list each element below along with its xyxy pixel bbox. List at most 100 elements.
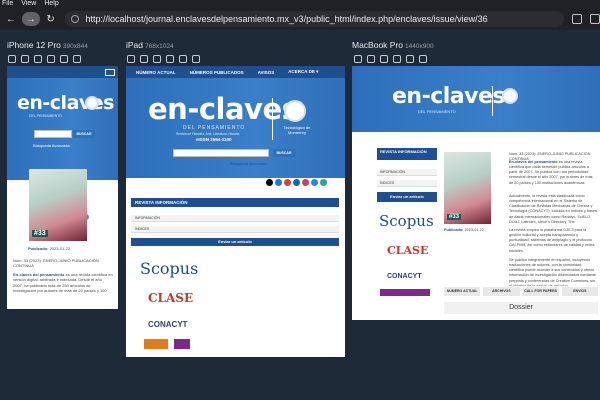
screenshot-icon[interactable]	[140, 55, 148, 63]
published-label: Publicado:	[28, 246, 49, 251]
index-logo-purple[interactable]	[174, 339, 190, 349]
ipad-send-article-button[interactable]: Enviar un artículo	[131, 238, 339, 246]
iphone-issue-cover[interactable]: #33	[29, 169, 87, 241]
ipad-clase-logo[interactable]: CLASE	[148, 291, 193, 305]
ipad-advanced-search[interactable]: Búsqueda Avanzada	[230, 161, 267, 166]
iphone-screen[interactable]: en-claves DEL PENSAMIENTO BUSCAR Búsqued…	[7, 66, 118, 309]
ipad-panel-indexes[interactable]: ÍNDICES	[131, 226, 339, 233]
code-icon[interactable]	[406, 55, 414, 63]
nav-announcements[interactable]: AVISOS	[251, 70, 282, 75]
mac-conacyt-logo[interactable]: CONACYT	[387, 273, 422, 280]
macbook-screen[interactable]: en-claves DEL PENSAMIENTO REVISTA INFORM…	[352, 66, 600, 320]
menu-view[interactable]: View	[21, 0, 36, 8]
macbook-label: MacBook Pro 1440x900	[352, 40, 434, 50]
share-icon[interactable]	[590, 14, 600, 24]
mac-para-2: Actualmente, la revista está clasificada…	[509, 194, 597, 224]
screenshot-icon[interactable]	[367, 55, 375, 63]
facebook-icon[interactable]	[275, 179, 282, 186]
ipad-scopus-logo[interactable]: Scopus	[140, 259, 198, 278]
rotate-icon[interactable]	[127, 55, 135, 63]
mac-tab-current[interactable]: NÚMERO ACTUAL	[444, 287, 481, 296]
iphone-published: Publicado: 2023-01-22	[28, 246, 108, 251]
macbook-dims: 1440x900	[405, 43, 434, 50]
nav-archives[interactable]: NÚMEROS PUBLICADOS	[183, 70, 251, 75]
mac-logo-sub: DEL PENSAMIENTO	[418, 109, 456, 114]
ipad-panel-info[interactable]: INFORMACIÓN	[131, 215, 339, 222]
iphone-tools	[8, 55, 81, 63]
ipad-conacyt-logo[interactable]: CONACYT	[148, 320, 188, 329]
index-logo-bar[interactable]	[380, 289, 430, 296]
sync-icon[interactable]	[192, 55, 200, 63]
rotate-icon[interactable]	[8, 55, 16, 63]
mac-tab-call[interactable]: CALL FOR PAPERS	[522, 287, 559, 296]
iphone-description: En-claves del pensamiento es una revista…	[13, 272, 113, 294]
macbook-tools	[354, 55, 427, 63]
mac-tab-archives[interactable]: ARCHIVOS	[483, 287, 520, 296]
ipad-logo[interactable]: en-claves	[148, 92, 299, 126]
ipad-search-input[interactable]	[173, 149, 269, 157]
sync-icon[interactable]	[73, 55, 81, 63]
ipad-logo-desc: Revista de Filosofía, Arte, Literatura, …	[176, 132, 240, 136]
iphone-search-button[interactable]: BUSCAR	[73, 130, 95, 138]
ipad-label: iPad 768x1024	[126, 40, 174, 50]
youtube-icon[interactable]	[284, 179, 291, 186]
iphone-site-nav	[7, 66, 118, 78]
code-icon[interactable]	[179, 55, 187, 63]
nav-about[interactable]: ACERCA DE ▾	[281, 69, 325, 75]
iphone-header: en-claves DEL PENSAMIENTO BUSCAR Búsqued…	[7, 78, 118, 180]
mac-panel-indexes[interactable]: ÍNDICES	[377, 180, 437, 187]
camera-icon[interactable]	[34, 55, 42, 63]
mac-tabs: NÚMERO ACTUAL ARCHIVOS CALL FOR PAPERS E…	[444, 287, 598, 296]
tec-seal-icon	[284, 100, 306, 122]
rotate-icon[interactable]	[354, 55, 362, 63]
draw-icon[interactable]	[166, 55, 174, 63]
browser-toolbar: ← → ↻ http://localhost/journal.enclavesd…	[0, 8, 600, 30]
iphone-issue-meta[interactable]: Núm. 33 (2023): ENERO-JUNIO PUBLICACIÓN …	[13, 258, 113, 269]
mac-header: en-claves DEL PENSAMIENTO	[352, 66, 600, 132]
iphone-issue-number: #33	[32, 230, 48, 237]
mac-issue-meta[interactable]: Núm. 33 (2023): ENERO-JUNIO PUBLICACIÓN …	[509, 152, 597, 160]
iphone-advanced-search[interactable]: Búsqueda Avanzada	[33, 143, 70, 148]
iphone-dims: 390x844	[62, 43, 88, 50]
url-bar[interactable]: http://localhost/journal.enclavesdelpens…	[65, 11, 565, 27]
ipad-screen[interactable]: NÚMERO ACTUAL NÚMEROS PUBLICADOS AVISOS …	[126, 66, 345, 357]
screenshot-icon[interactable]	[21, 55, 29, 63]
draw-icon[interactable]	[47, 55, 55, 63]
iphone-search-input[interactable]	[34, 130, 72, 138]
ipad-search-button[interactable]: BUSCAR	[273, 149, 295, 157]
mac-send-article-button[interactable]: Enviar un artículo	[377, 192, 437, 202]
camera-icon[interactable]	[380, 55, 388, 63]
translate-icon[interactable]	[572, 14, 583, 24]
mac-scopus-logo[interactable]: Scopus	[379, 212, 434, 230]
mac-tab-submissions[interactable]: ENVÍOS	[561, 287, 598, 296]
journal-name: En-claves del pensamiento	[13, 272, 65, 277]
code-icon[interactable]	[60, 55, 68, 63]
camera-icon[interactable]	[153, 55, 161, 63]
instagram-icon[interactable]	[302, 179, 309, 186]
index-logo-orange[interactable]	[144, 339, 168, 349]
x-icon[interactable]	[266, 179, 273, 186]
site-info-icon[interactable]	[71, 15, 80, 23]
mac-panel-title: REVISTA INFORMACIÓN	[377, 148, 437, 160]
back-arrow-icon[interactable]: ←	[4, 12, 18, 26]
menu-help[interactable]: Help	[44, 0, 58, 8]
ipad-site-nav: NÚMERO ACTUAL NÚMEROS PUBLICADOS AVISOS …	[126, 66, 345, 78]
linkedin-icon[interactable]	[293, 179, 300, 186]
draw-icon[interactable]	[393, 55, 401, 63]
nav-current-issue[interactable]: NÚMERO ACTUAL	[129, 70, 183, 75]
iphone-logo[interactable]: en-claves	[17, 92, 114, 114]
ipad-logo-sub: DEL PENSAMIENTO	[183, 125, 246, 131]
header-divider	[272, 98, 273, 140]
share-social-icon[interactable]	[320, 179, 327, 186]
mac-logo[interactable]: en-claves	[392, 84, 506, 109]
ipad-tools	[127, 55, 200, 63]
menu-file[interactable]: File	[2, 0, 13, 8]
hamburger-menu-icon[interactable]	[105, 68, 115, 76]
forward-arrow-icon[interactable]: →	[21, 12, 40, 26]
mac-issue-cover[interactable]: #33	[444, 152, 491, 224]
reload-icon[interactable]: ↻	[44, 12, 58, 26]
mac-clase-logo[interactable]: CLASE	[387, 244, 428, 257]
sync-icon[interactable]	[419, 55, 427, 63]
telegram-icon[interactable]	[311, 179, 318, 186]
mac-panel-info[interactable]: INFORMACIÓN	[377, 169, 437, 176]
